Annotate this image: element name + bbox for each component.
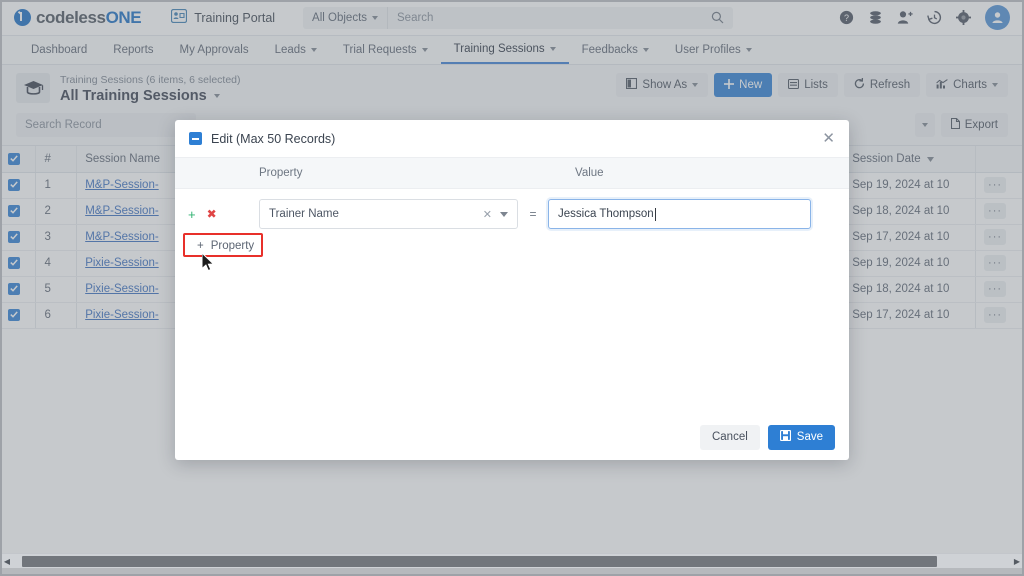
modal-header: Edit (Max 50 Records) ✕ bbox=[175, 120, 849, 158]
save-label: Save bbox=[796, 431, 823, 443]
value-input[interactable]: Jessica Thompson bbox=[548, 199, 811, 229]
plus-icon: + bbox=[197, 240, 204, 252]
add-property-area: + Property bbox=[183, 233, 263, 272]
value-input-text: Jessica Thompson bbox=[558, 208, 654, 220]
scroll-right-icon[interactable]: ▶ bbox=[1010, 557, 1024, 566]
property-row: + ✖ Trainer Name ✕ = Jessica Thompson bbox=[175, 189, 849, 229]
scrollbar-thumb[interactable] bbox=[22, 555, 937, 567]
mouse-cursor bbox=[201, 251, 217, 277]
horizontal-scrollbar[interactable]: ◀ ▶ bbox=[0, 553, 1024, 568]
add-row-icon[interactable]: + bbox=[188, 207, 196, 222]
remove-row-icon[interactable]: ✖ bbox=[207, 207, 217, 221]
minus-square-icon[interactable] bbox=[189, 132, 202, 145]
window-bottom-bar bbox=[0, 568, 1024, 576]
modal-footer: Cancel Save bbox=[175, 414, 849, 460]
cancel-label: Cancel bbox=[711, 431, 748, 443]
clear-icon[interactable]: ✕ bbox=[483, 208, 500, 221]
property-table-header: Property Value bbox=[175, 158, 849, 189]
operator-label: = bbox=[529, 207, 537, 221]
edit-records-modal: Edit (Max 50 Records) ✕ Property Value +… bbox=[175, 120, 849, 460]
column-header-value: Value bbox=[575, 167, 604, 179]
row-action-icons: + ✖ bbox=[175, 207, 259, 222]
scroll-left-icon[interactable]: ◀ bbox=[0, 557, 14, 566]
property-select[interactable]: Trainer Name ✕ bbox=[259, 199, 518, 229]
cancel-button[interactable]: Cancel bbox=[699, 424, 760, 450]
close-icon[interactable]: ✕ bbox=[822, 131, 835, 146]
text-cursor bbox=[654, 207, 656, 221]
save-icon bbox=[779, 429, 791, 444]
scrollbar-track[interactable] bbox=[14, 555, 1010, 567]
add-property-label: Property bbox=[210, 240, 255, 252]
chevron-down-icon bbox=[500, 211, 508, 217]
save-button[interactable]: Save bbox=[767, 424, 835, 450]
modal-title: Edit (Max 50 Records) bbox=[211, 131, 336, 146]
add-property-button[interactable]: + Property bbox=[188, 237, 263, 255]
modal-body: Property Value + ✖ Trainer Name ✕ = Jess… bbox=[175, 158, 849, 414]
column-header-property: Property bbox=[259, 167, 303, 179]
property-select-value: Trainer Name bbox=[269, 208, 339, 220]
